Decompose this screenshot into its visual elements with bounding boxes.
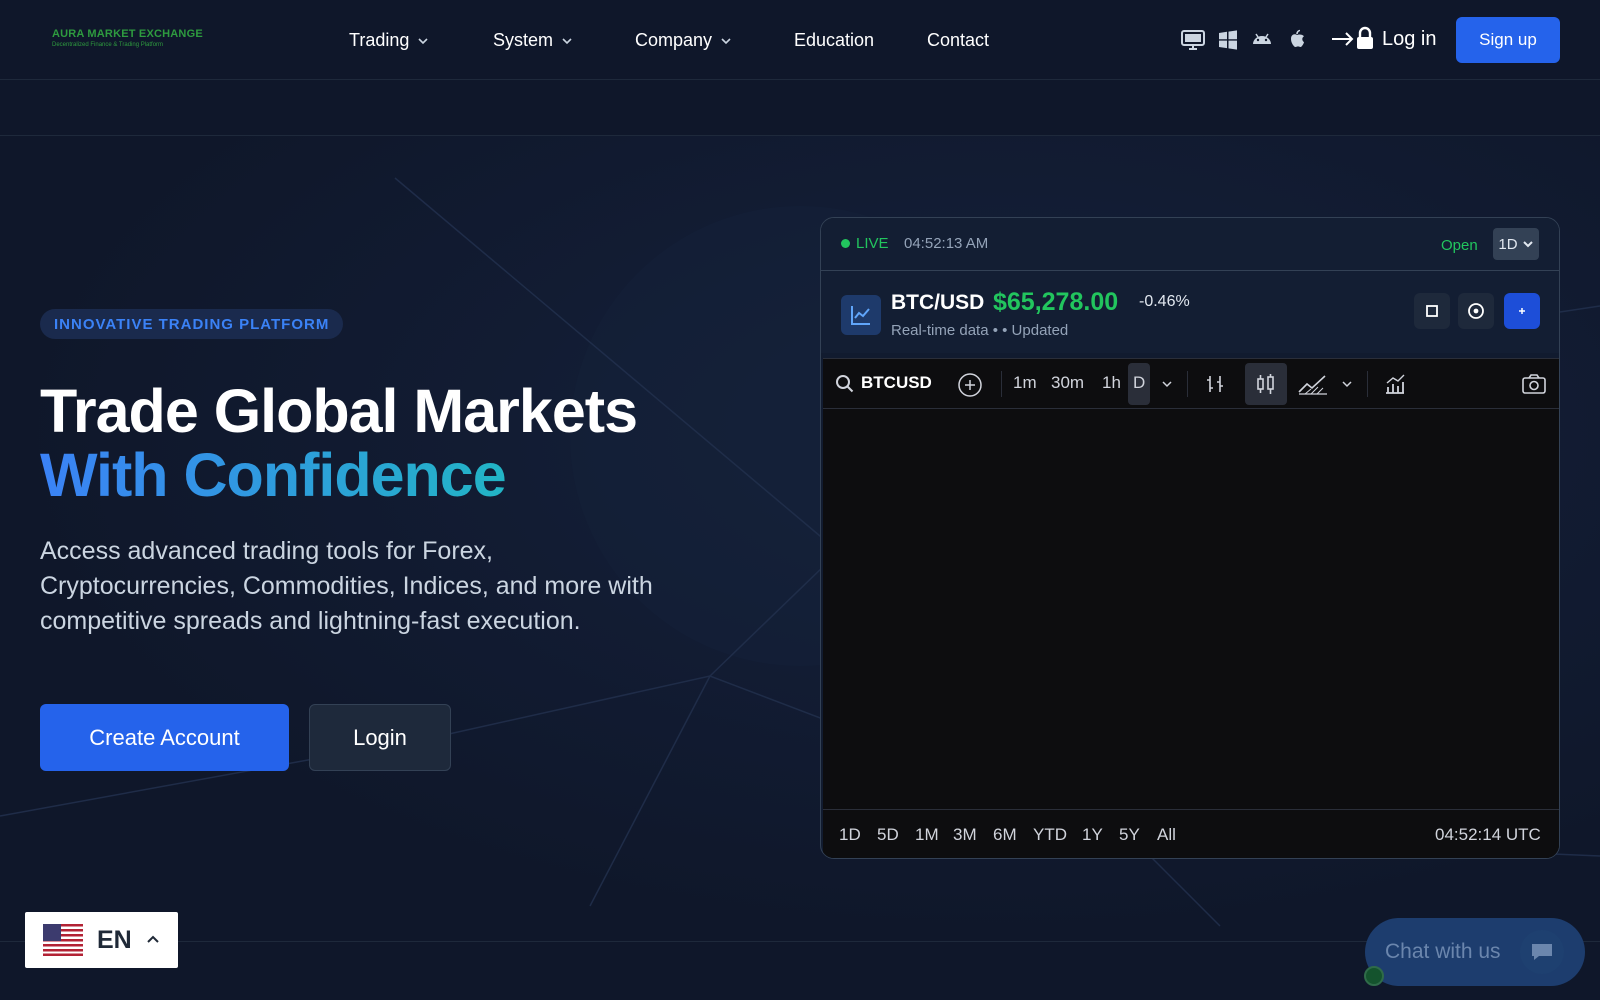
- nav-item-company[interactable]: Company: [635, 30, 734, 51]
- fullscreen-button[interactable]: [1414, 293, 1450, 329]
- chat-label: Chat with us: [1385, 940, 1501, 963]
- login-lock-icon: [1332, 26, 1373, 49]
- pair-subtitle: Real-time data • • Updated: [891, 322, 1069, 339]
- language-selector[interactable]: EN: [25, 912, 178, 968]
- nav-item-system[interactable]: System: [493, 30, 575, 51]
- hero-title-line1: Trade Global Markets: [40, 377, 638, 445]
- add-button[interactable]: [1504, 293, 1540, 329]
- desktop-icon[interactable]: [1180, 27, 1206, 53]
- candles-icon[interactable]: [1254, 372, 1278, 396]
- chart-line-icon: [841, 295, 881, 335]
- chevron-down-icon: [1522, 241, 1533, 248]
- chevron-up-icon: [147, 935, 159, 943]
- nav-item-label: Contact: [927, 30, 990, 50]
- login-label: Log in: [1382, 27, 1437, 50]
- pair-price: $65,278.00: [993, 288, 1119, 316]
- symbol-input[interactable]: BTCUSD: [861, 373, 932, 393]
- interval-1m[interactable]: 1m: [1013, 373, 1037, 393]
- search-icon[interactable]: [835, 374, 855, 394]
- compare-add-icon[interactable]: [957, 372, 983, 398]
- panel-time: 04:52:13 AM: [904, 235, 989, 252]
- signup-button[interactable]: Sign up: [1456, 17, 1560, 63]
- login-link[interactable]: Log in: [1330, 26, 1437, 52]
- range-5y[interactable]: 5Y: [1119, 825, 1140, 845]
- brand-logo[interactable]: AURA MARKET EXCHANGE Decentralized Finan…: [52, 28, 203, 52]
- chart-utc-time: 04:52:14 UTC: [1435, 825, 1541, 844]
- range-1d[interactable]: 1D: [839, 825, 861, 845]
- chevron-down-icon: [418, 37, 428, 44]
- language-code: EN: [97, 925, 132, 954]
- hero-description: Access advanced trading tools for Forex,…: [40, 537, 653, 635]
- price-ticker: %: [40, 82, 1560, 134]
- nav-item-trading[interactable]: Trading: [349, 30, 431, 51]
- chat-bubble-icon[interactable]: [1520, 930, 1564, 974]
- interval-select[interactable]: 1D: [1493, 228, 1539, 260]
- bar-chart-type-icon[interactable]: [1203, 372, 1227, 396]
- plus-icon: [1519, 308, 1525, 314]
- apple-icon[interactable]: [1284, 27, 1310, 53]
- hero-badge: INNOVATIVE TRADING PLATFORM: [40, 309, 344, 339]
- chevron-down-icon[interactable]: [1161, 378, 1173, 390]
- range-1m[interactable]: 1M: [915, 825, 939, 845]
- interval-30m[interactable]: 30m: [1051, 373, 1084, 393]
- target-button[interactable]: [1458, 293, 1494, 329]
- square-icon: [1426, 305, 1438, 317]
- windows-icon[interactable]: [1215, 27, 1241, 53]
- pair-info: BTC/USD $65,278.00 -0.46% Real-time data…: [821, 271, 1559, 353]
- range-5d[interactable]: 5D: [877, 825, 899, 845]
- interval-value: 1D: [1498, 235, 1518, 253]
- us-flag-icon: [43, 924, 83, 956]
- logo-wordmark: AURA MARKET EXCHANGE: [52, 28, 203, 40]
- toolbar-separator: [1367, 371, 1368, 397]
- nav-item-label: Education: [794, 30, 875, 50]
- nav-item-label: Company: [635, 30, 713, 50]
- chart-toolbar: BTCUSD 1m 30m 1h D: [823, 359, 1559, 409]
- market-status: Open: [1441, 237, 1478, 254]
- camera-icon[interactable]: [1521, 372, 1547, 396]
- nav-item-label: System: [493, 30, 554, 50]
- login-button[interactable]: Login: [309, 704, 451, 771]
- android-icon[interactable]: [1249, 27, 1275, 53]
- target-icon: [1468, 303, 1484, 319]
- pair-change: -0.46%: [1139, 293, 1190, 310]
- top-navbar: AURA MARKET EXCHANGE Decentralized Finan…: [0, 0, 1600, 80]
- chevron-down-icon: [562, 37, 572, 44]
- nav-item-education[interactable]: Education: [794, 30, 874, 51]
- trading-panel: LIVE 04:52:13 AM Open 1D BTC/USD $65,278…: [820, 217, 1560, 859]
- hero-title-line2: With Confidence: [40, 441, 507, 509]
- toolbar-separator: [1187, 371, 1188, 397]
- chevron-down-icon: [721, 37, 731, 44]
- pair-name: BTC/USD: [891, 291, 985, 314]
- chevron-down-icon[interactable]: [1341, 378, 1353, 390]
- interval-d[interactable]: D: [1133, 373, 1145, 393]
- ticker-track: %: [40, 82, 1550, 134]
- nav-item-label: Trading: [349, 30, 410, 50]
- interval-1h[interactable]: 1h: [1102, 373, 1121, 393]
- panel-header: LIVE 04:52:13 AM Open 1D: [821, 218, 1559, 271]
- nav-item-contact[interactable]: Contact: [927, 30, 989, 51]
- tradingview-chart: BTCUSD 1m 30m 1h D 1D 5D 1M 3M 6M YTD 1Y…: [823, 358, 1559, 858]
- range-6m[interactable]: 6M: [993, 825, 1017, 845]
- indicators-icon[interactable]: [1297, 372, 1329, 396]
- financials-icon[interactable]: [1383, 372, 1407, 396]
- live-label: LIVE: [856, 235, 889, 252]
- create-account-button[interactable]: Create Account: [40, 704, 289, 771]
- chart-canvas[interactable]: [823, 409, 1559, 809]
- chart-range-bar: 1D 5D 1M 3M 6M YTD 1Y 5Y All 04:52:14 UT…: [823, 809, 1559, 858]
- range-ytd[interactable]: YTD: [1033, 825, 1067, 845]
- live-dot-icon: [841, 239, 850, 248]
- range-3m[interactable]: 3M: [953, 825, 977, 845]
- toolbar-separator: [1001, 371, 1002, 397]
- live-indicator: LIVE: [841, 235, 889, 252]
- range-1y[interactable]: 1Y: [1082, 825, 1103, 845]
- logo-tagline: Decentralized Finance & Trading Platform: [52, 42, 164, 48]
- divider: [0, 941, 1600, 942]
- chat-status-dot: [1364, 966, 1384, 986]
- range-all[interactable]: All: [1157, 825, 1176, 845]
